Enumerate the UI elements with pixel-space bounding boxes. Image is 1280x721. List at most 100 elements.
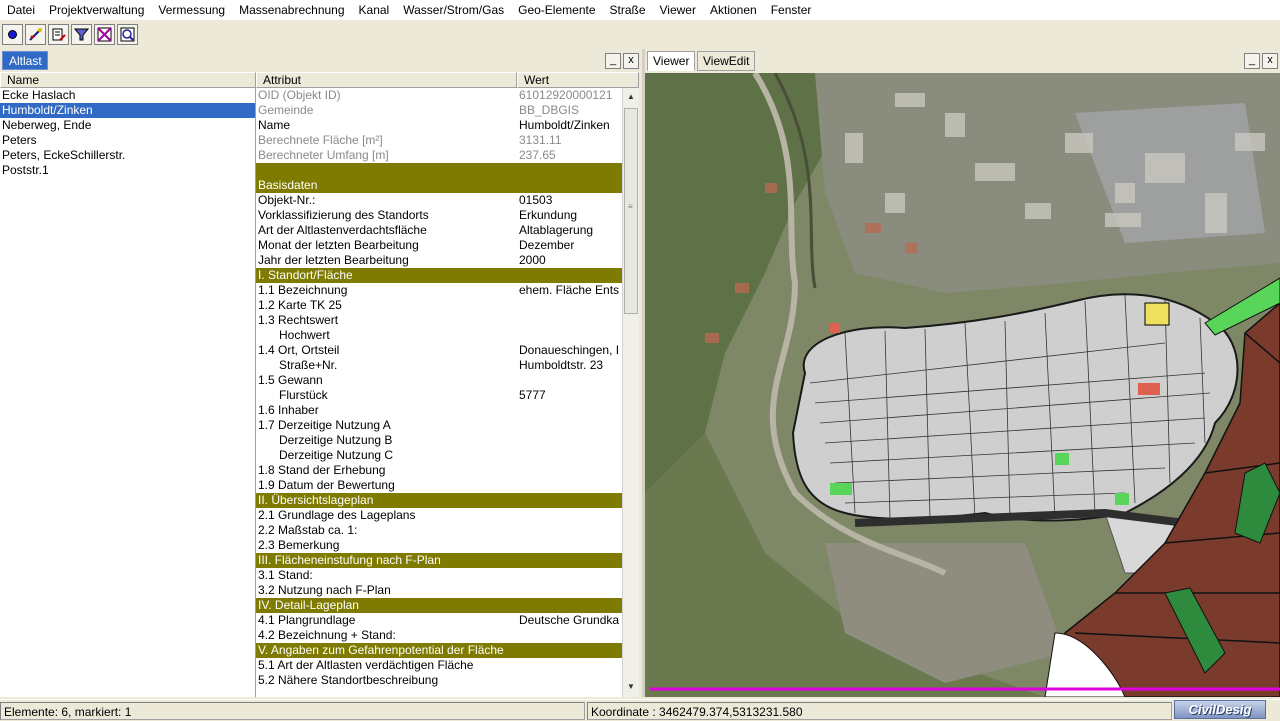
attribute-label: IV. Detail-Lageplan xyxy=(258,598,359,612)
viewer-close-button[interactable]: x xyxy=(1262,53,1278,69)
minimize-button[interactable]: _ xyxy=(605,53,621,69)
menu-item-aktionen[interactable]: Aktionen xyxy=(703,0,764,20)
section-header-row[interactable]: Basisdaten xyxy=(256,178,622,193)
attribute-label: 1.7 Derzeitige Nutzung A xyxy=(258,418,391,432)
scroll-up-icon[interactable]: ▲ xyxy=(623,90,639,104)
zoom-region-icon[interactable] xyxy=(117,23,138,45)
map-canvas[interactable] xyxy=(645,73,1280,697)
name-list: Ecke Haslach Humboldt/Zinken Neberweg, End… xyxy=(0,88,256,697)
section-header-row[interactable] xyxy=(256,163,622,178)
table-row[interactable]: Derzeitige Nutzung C xyxy=(256,448,622,463)
column-header-attribute[interactable]: Attribut xyxy=(256,72,517,88)
attribute-label: Derzeitige Nutzung B xyxy=(279,433,393,447)
menu-item-massenabrechnung[interactable]: Massenabrechnung xyxy=(232,0,351,20)
attribute-label: Hochwert xyxy=(279,328,330,342)
section-header-row[interactable]: I. Standort/Fläche xyxy=(256,268,622,283)
table-row[interactable]: Berechneter Umfang [m] 237.65 xyxy=(256,148,622,163)
section-header-row[interactable]: V. Angaben zum Gefahrenpotential der Flä… xyxy=(256,643,622,658)
table-row[interactable]: 1.4 Ort, Ortsteil Donaueschingen, I xyxy=(256,343,622,358)
filter-icon[interactable] xyxy=(71,23,92,45)
table-row[interactable]: 4.1 Plangrundlage Deutsche Grundka xyxy=(256,613,622,628)
table-row[interactable]: 1.7 Derzeitige Nutzung A xyxy=(256,418,622,433)
attribute-value: Erkundung xyxy=(519,208,578,222)
menu-item-fenster[interactable]: Fenster xyxy=(764,0,819,20)
section-header-row[interactable]: III. Flächeneinstufung nach F-Plan xyxy=(256,553,622,568)
list-item[interactable]: Neberweg, Ende xyxy=(0,118,255,133)
scroll-down-icon[interactable]: ▼ xyxy=(623,680,639,694)
list-item[interactable]: Peters xyxy=(0,133,255,148)
table-row[interactable]: Monat der letzten Bearbeitung Dezember xyxy=(256,238,622,253)
attribute-label: Flurstück xyxy=(279,388,328,402)
table-row[interactable]: 3.1 Stand: xyxy=(256,568,622,583)
list-item[interactable]: Poststr.1 xyxy=(0,163,255,178)
attribute-label: 1.2 Karte TK 25 xyxy=(258,298,342,312)
table-row[interactable]: Berechnete Fläche [m²] 3131.11 xyxy=(256,133,622,148)
menu-item-datei[interactable]: Datei xyxy=(0,0,42,20)
table-row[interactable]: Hochwert xyxy=(256,328,622,343)
tab-viewer[interactable]: Viewer xyxy=(647,51,696,71)
table-row[interactable]: 1.9 Datum der Bewertung xyxy=(256,478,622,493)
table-row[interactable]: Jahr der letzten Bearbeitung 2000 xyxy=(256,253,622,268)
tab-viewedit[interactable]: ViewEdit xyxy=(697,51,756,71)
menu-item-stra-e[interactable]: Straße xyxy=(603,0,653,20)
attribute-label: Gemeinde xyxy=(258,103,314,117)
menu-item-geo-elemente[interactable]: Geo-Elemente xyxy=(511,0,602,20)
table-row[interactable]: Gemeinde BB_DBGIS xyxy=(256,103,622,118)
document-edit-icon[interactable] xyxy=(48,23,69,45)
attribute-label: 2.1 Grundlage des Lageplans xyxy=(258,508,416,522)
close-button[interactable]: x xyxy=(623,53,639,69)
menu-item-projektverwaltung[interactable]: Projektverwaltung xyxy=(42,0,151,20)
attribute-label: 1.8 Stand der Erhebung xyxy=(258,463,386,477)
table-row[interactable]: Derzeitige Nutzung B xyxy=(256,433,622,448)
status-coordinate: Koordinate : 3462479.374,5313231.580 xyxy=(587,702,1172,720)
list-item[interactable]: Peters, EckeSchillerstr. xyxy=(0,148,255,163)
table-row[interactable]: 1.6 Inhaber xyxy=(256,403,622,418)
grip-icon: ≡ xyxy=(628,202,633,211)
table-row[interactable]: 3.2 Nutzung nach F-Plan xyxy=(256,583,622,598)
menu-item-vermessung[interactable]: Vermessung xyxy=(151,0,232,20)
table-row[interactable]: Flurstück 5777 xyxy=(256,388,622,403)
table-row[interactable]: Name Humboldt/Zinken xyxy=(256,118,622,133)
menu-item-wasser-strom-gas[interactable]: Wasser/Strom/Gas xyxy=(396,0,511,20)
column-header-value[interactable]: Wert xyxy=(517,72,639,88)
viewer-minimize-button[interactable]: _ xyxy=(1244,53,1260,69)
table-row[interactable]: Straße+Nr. Humboldtstr. 23 xyxy=(256,358,622,373)
attribute-label: 4.2 Bezeichnung + Stand: xyxy=(258,628,396,642)
table-row[interactable]: 5.2 Nähere Standortbeschreibung xyxy=(256,673,622,688)
column-header-name[interactable]: Name xyxy=(0,72,256,88)
table-row[interactable]: Vorklassifizierung des Standorts Erkundun… xyxy=(256,208,622,223)
attribute-label: Name xyxy=(258,118,291,132)
attribute-label: V. Angaben zum Gefahrenpotential der Flä… xyxy=(258,643,504,657)
table-row[interactable]: 2.3 Bemerkung xyxy=(256,538,622,553)
edit-pencil-icon[interactable] xyxy=(25,23,46,45)
menu-item-viewer[interactable]: Viewer xyxy=(653,0,703,20)
table-row[interactable]: 2.2 Maßstab ca. 1: xyxy=(256,523,622,538)
tab-altlast[interactable]: Altlast xyxy=(2,51,48,70)
table-row[interactable]: 1.2 Karte TK 25 xyxy=(256,298,622,313)
zoom-select-icon[interactable] xyxy=(94,23,115,45)
table-row[interactable]: Objekt-Nr.: 01503 xyxy=(256,193,622,208)
attribute-value: Humboldt/Zinken xyxy=(519,118,610,132)
menu-item-kanal[interactable]: Kanal xyxy=(352,0,397,20)
table-row[interactable]: 1.1 Bezeichnung ehem. Fläche Ents xyxy=(256,283,622,298)
table-row[interactable]: Art der Altlastenverdachtsfläche Altablag… xyxy=(256,223,622,238)
scroll-thumb[interactable]: ≡ xyxy=(624,108,638,314)
table-row[interactable]: 4.2 Bezeichnung + Stand: xyxy=(256,628,622,643)
attribute-label: III. Flächeneinstufung nach F-Plan xyxy=(258,553,441,567)
table-row[interactable]: 5.1 Art der Altlasten verdächtigen Fläch… xyxy=(256,658,622,673)
attribute-label: I. Standort/Fläche xyxy=(258,268,353,282)
list-item[interactable]: Ecke Haslach xyxy=(0,88,255,103)
section-header-row[interactable]: IV. Detail-Lageplan xyxy=(256,598,622,613)
table-row[interactable]: 1.8 Stand der Erhebung xyxy=(256,463,622,478)
attribute-label: 2.2 Maßstab ca. 1: xyxy=(258,523,358,537)
table-row[interactable]: 1.5 Gewann xyxy=(256,373,622,388)
attribute-label: 1.4 Ort, Ortsteil xyxy=(258,343,340,357)
table-row[interactable]: OID (Objekt ID) 61012920000121 xyxy=(256,88,622,103)
attribute-scrollbar[interactable]: ▲ ≡ ▼ xyxy=(622,88,639,697)
list-item[interactable]: Humboldt/Zinken xyxy=(0,103,255,118)
point-tool-icon[interactable] xyxy=(2,23,23,45)
table-row[interactable]: 2.1 Grundlage des Lageplans xyxy=(256,508,622,523)
section-header-row[interactable]: II. Übersichtslageplan xyxy=(256,493,622,508)
attribute-value: Altablagerung xyxy=(519,223,594,237)
table-row[interactable]: 1.3 Rechtswert xyxy=(256,313,622,328)
